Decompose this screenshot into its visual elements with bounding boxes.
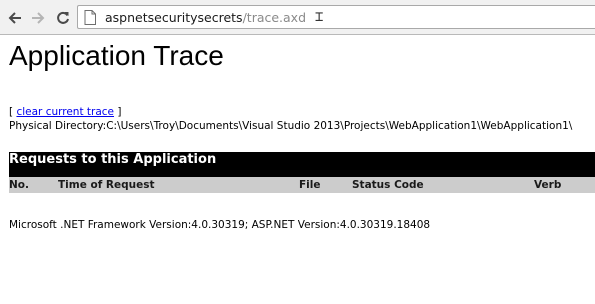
address-bar[interactable]: aspnetsecuritysecrets/trace.axd ⌶ (77, 5, 595, 29)
reload-button[interactable] (53, 8, 73, 28)
column-header-file: File (299, 179, 321, 191)
page-title: Application Trace (9, 40, 224, 71)
url-path: /trace.axd (242, 9, 307, 25)
requests-table-header: No. Time of Request File Status Code Ver… (9, 177, 595, 193)
url-host: aspnetsecuritysecrets (105, 9, 243, 25)
close-bracket: ] (117, 106, 122, 118)
clear-trace-line: [ clear current trace ] (9, 106, 121, 119)
arrow-left-icon (8, 12, 21, 24)
open-bracket: [ (9, 106, 14, 118)
page-icon (84, 9, 96, 25)
url-text[interactable]: aspnetsecuritysecrets/trace.axd (105, 10, 306, 25)
forward-button[interactable] (28, 8, 48, 28)
column-header-no: No. (9, 179, 29, 191)
browser-toolbar: aspnetsecuritysecrets/trace.axd ⌶ (0, 0, 595, 35)
column-header-verb: Verb (534, 179, 562, 191)
framework-version-info: Microsoft .NET Framework Version:4.0.303… (9, 219, 431, 231)
physical-directory: Physical Directory:C:\Users\Troy\Documen… (9, 120, 572, 133)
clear-current-trace-link[interactable]: clear current trace (16, 106, 114, 118)
requests-section-heading: Requests to this Application (9, 152, 595, 177)
back-button[interactable] (5, 8, 25, 28)
column-header-status-code: Status Code (352, 179, 424, 191)
reload-icon (57, 11, 69, 24)
physical-directory-path: C:\Users\Troy\Documents\Visual Studio 20… (106, 120, 573, 132)
physical-directory-label: Physical Directory: (9, 120, 107, 132)
text-cursor-icon: ⌶ (315, 9, 324, 25)
arrow-right-icon (32, 12, 45, 24)
column-header-time-of-request: Time of Request (58, 179, 155, 191)
